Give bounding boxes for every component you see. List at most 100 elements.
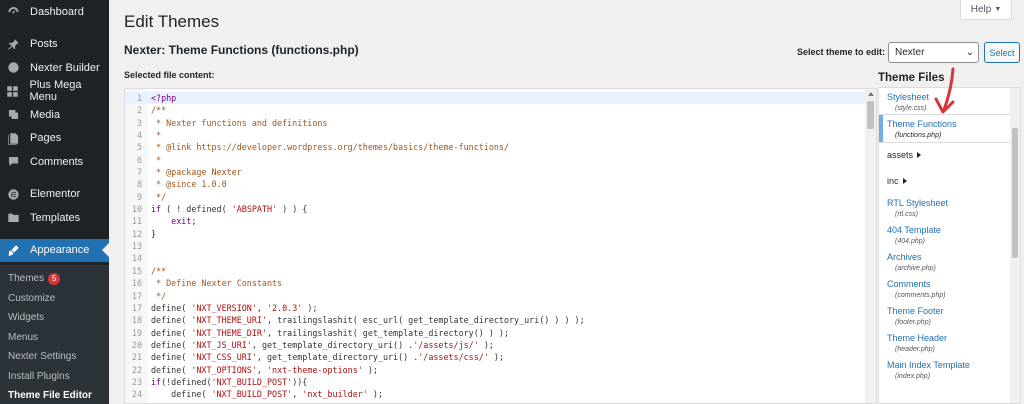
file-name-link[interactable]: RTL Stylesheet <box>887 198 1012 208</box>
sidebar-item-templates[interactable]: Templates <box>0 206 109 230</box>
code-token: , <box>292 389 303 400</box>
files-scrollbar[interactable] <box>1010 88 1020 403</box>
admin-sidebar: Dashboard Posts Nexter Builder Plus Mega… <box>0 0 109 404</box>
line-number: 2 <box>136 105 142 116</box>
code-line[interactable]: 22 define( 'NXT_OPTIONS', 'nxt-theme-opti… <box>125 364 866 376</box>
code-line[interactable]: 3 * Nexter functions and definitions <box>125 117 866 129</box>
code-token: 'NXT_CSS_URI' <box>191 352 257 363</box>
code-token: 'NXT_THEME_DIR' <box>191 327 267 338</box>
file-name-link[interactable]: Theme Footer <box>887 306 1012 316</box>
file-name-link[interactable]: Archives <box>887 252 1012 262</box>
code-line[interactable]: 24 define( 'NXT_BUILD_POST', 'nxt_builde… <box>125 388 866 400</box>
code-token: '/assets/css/' <box>418 352 489 363</box>
file-filename: (header.php) <box>895 346 935 353</box>
files-scroll-thumb[interactable] <box>1012 128 1018 258</box>
code-line[interactable]: 15 /** <box>125 265 866 277</box>
sidebar-item-comments[interactable]: Comments <box>0 150 109 174</box>
file-item[interactable]: 404 Template (404.php) <box>879 221 1020 248</box>
code-line[interactable]: 12} <box>125 228 866 240</box>
submenu-item-themes[interactable]: Themes 5 <box>0 269 109 289</box>
sidebar-item-posts[interactable]: Posts <box>0 33 109 57</box>
code-token: * <box>151 130 162 141</box>
submenu-item-theme-file-editor[interactable]: Theme File Editor <box>0 386 109 404</box>
file-name-link[interactable]: 404 Template <box>887 225 1012 235</box>
code-line[interactable]: 25} <box>125 401 866 403</box>
code-line[interactable]: 1 <?php <box>125 92 866 105</box>
sidebar-item-dashboard[interactable]: Dashboard <box>0 0 109 24</box>
code-line[interactable]: 5 * @link https://developer.wordpress.or… <box>125 141 866 153</box>
sidebar-item-plus-mega-menu[interactable]: Plus Mega Menu <box>0 79 109 103</box>
file-item[interactable]: RTL Stylesheet (rtl.css) <box>879 194 1020 221</box>
code-line[interactable]: 17 define( 'NXT_VERSION', '2.0.3' ); <box>125 302 866 314</box>
page-title: Edit Themes <box>124 12 220 31</box>
theme-files-panel: Stylesheet (style.css) Theme Functions (fun… <box>878 87 1021 404</box>
submenu-item-install-plugins[interactable]: Install Plugins <box>0 367 109 387</box>
code-text: * @link https://developer.wordpress.org/… <box>145 141 509 153</box>
help-button[interactable]: Help ▼ <box>960 0 1012 20</box>
line-number: 19 <box>131 327 142 338</box>
file-filename: (functions.php) <box>895 132 942 139</box>
line-number: 17 <box>131 302 142 313</box>
file-item[interactable]: Comments (comments.php) <box>879 275 1020 302</box>
file-item[interactable]: Main Index Template (index.php) <box>879 356 1020 383</box>
line-number: 6 <box>136 154 142 165</box>
submenu-item-customize[interactable]: Customize <box>0 289 109 309</box>
code-line[interactable]: 23 if(!defined('NXT_BUILD_POST')){ <box>125 376 866 388</box>
code-text: */ <box>145 290 166 302</box>
code-line[interactable]: 6 * <box>125 154 866 166</box>
code-line[interactable]: 4 * <box>125 129 866 141</box>
code-token: define( <box>151 315 192 326</box>
code-token: ); <box>478 339 494 350</box>
code-line[interactable]: 13 <box>125 240 866 252</box>
file-name-link[interactable]: Theme Functions <box>887 119 1012 129</box>
submenu-item-nexter-settings[interactable]: Nexter Settings <box>0 347 109 367</box>
code-line[interactable]: 14 <box>125 252 866 264</box>
code-line[interactable]: 7 * @package Nexter <box>125 166 866 178</box>
code-line[interactable]: 19 define( 'NXT_THEME_DIR', trailingslash… <box>125 327 866 339</box>
sidebar-item-label: Media <box>30 108 60 121</box>
line-number: 11 <box>131 216 142 227</box>
file-item[interactable]: Archives (archive.php) <box>879 248 1020 275</box>
code-line[interactable]: 16 * Define Nexter Constants <box>125 277 866 289</box>
code-text: define( 'NXT_THEME_URI', trailingslashit… <box>145 314 585 326</box>
code-line[interactable]: 9 */ <box>125 191 866 203</box>
sidebar-item-elementor[interactable]: Elementor <box>0 183 109 207</box>
code-line[interactable]: 11 exit; <box>125 215 866 227</box>
code-editor[interactable]: 1 <?php 2/** 3 * Nexter functions and defin… <box>124 88 877 404</box>
line-number: 3 <box>136 117 142 128</box>
folder-item-assets[interactable]: assets <box>879 142 1020 168</box>
file-name-link[interactable]: Main Index Template <box>887 360 1012 370</box>
code-text: * <box>145 154 161 166</box>
select-button[interactable]: Select <box>984 42 1020 63</box>
file-item[interactable]: Theme Functions (functions.php) <box>879 115 1020 142</box>
code-line[interactable]: 8 * @since 1.0.0 <box>125 178 866 190</box>
file-item[interactable]: Theme Footer (footer.php) <box>879 302 1020 329</box>
code-line[interactable]: 18 define( 'NXT_THEME_URI', trailingslash… <box>125 314 866 326</box>
file-name-link[interactable]: Theme Header <box>887 333 1012 343</box>
scroll-up-icon[interactable] <box>868 92 874 96</box>
code-line[interactable]: 17 */ <box>125 290 866 302</box>
editor-scrollbar[interactable] <box>865 89 876 403</box>
folder-item-inc[interactable]: inc <box>879 168 1020 194</box>
editor-scroll-thumb[interactable] <box>867 101 874 129</box>
sidebar-item-appearance[interactable]: Appearance <box>0 238 109 262</box>
code-line[interactable]: 20 define( 'NXT_JS_URI', get_template_dir… <box>125 339 866 351</box>
code-text: * @since 1.0.0 <box>145 178 227 190</box>
code-token: /** <box>151 265 167 276</box>
code-line[interactable]: 21 define( 'NXT_CSS_URI', get_template_di… <box>125 351 866 363</box>
submenu-item-menus[interactable]: Menus <box>0 328 109 348</box>
code-line[interactable]: 10 if ( ! defined( 'ABSPATH' ) ) { <box>125 203 866 215</box>
file-item[interactable]: Theme Header (header.php) <box>879 329 1020 356</box>
sidebar-item-pages[interactable]: Pages <box>0 127 109 151</box>
file-name-link[interactable]: Comments <box>887 279 1012 289</box>
sidebar-item-media[interactable]: Media <box>0 103 109 127</box>
code-line[interactable]: 2 /** <box>125 104 866 116</box>
line-number: 18 <box>131 315 142 326</box>
sidebar-item-label: Dashboard <box>30 5 84 18</box>
sidebar-item-nexter-builder[interactable]: Nexter Builder <box>0 56 109 80</box>
sidebar-item-label: Templates <box>30 211 81 224</box>
theme-select[interactable]: Nexter ⌄ <box>888 42 979 63</box>
submenu-item-widgets[interactable]: Widgets <box>0 308 109 328</box>
code-token: , <box>256 364 267 375</box>
